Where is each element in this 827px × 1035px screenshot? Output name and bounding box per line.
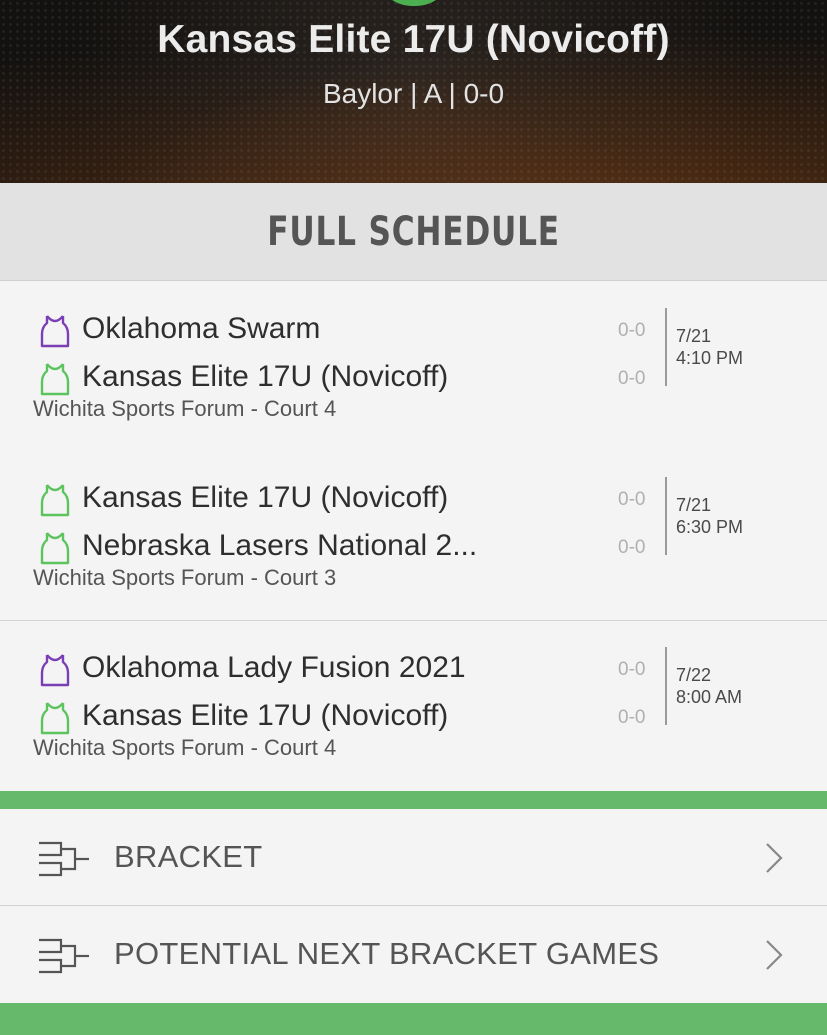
team-name: Kansas Elite 17U (Novicoff) — [82, 699, 449, 732]
team-score: 0-0 — [618, 489, 646, 510]
team-name: Oklahoma Swarm — [82, 312, 321, 345]
game-row[interactable]: Kansas Elite 17U (Novicoff) 0-0 Nebraska… — [0, 451, 827, 621]
team-subtitle: Baylor | A | 0-0 — [322, 78, 505, 109]
game-time: 4:10 PM — [676, 348, 744, 368]
team-logo — [376, 0, 452, 6]
jersey-icon — [40, 654, 70, 687]
game-date: 7/21 — [676, 495, 712, 515]
game-venue: Wichita Sports Forum - Court 4 — [33, 396, 337, 421]
team-name: Oklahoma Lady Fusion 2021 — [82, 651, 466, 684]
jersey-icon — [40, 315, 70, 348]
divider — [665, 647, 667, 725]
bracket-label: BRACKET — [114, 839, 263, 874]
team-score: 0-0 — [618, 368, 646, 389]
team-title: Kansas Elite 17U (Novicoff) — [157, 18, 670, 61]
jersey-icon — [40, 702, 70, 735]
potential-bracket-games-link[interactable]: POTENTIAL NEXT BRACKET GAMES — [0, 906, 827, 1002]
team-name: Kansas Elite 17U (Novicoff) — [82, 360, 449, 393]
accent-bar — [0, 1003, 827, 1035]
game-time: 8:00 AM — [676, 687, 743, 707]
bracket-icon — [39, 938, 89, 974]
game-row[interactable]: Oklahoma Lady Fusion 2021 0-0 Kansas Eli… — [0, 621, 827, 791]
full-schedule-heading: FULL SCHEDULE — [267, 208, 560, 255]
bracket-link[interactable]: BRACKET — [0, 809, 827, 905]
team-header: Kansas Elite 17U (Novicoff) Baylor | A |… — [0, 0, 827, 183]
jersey-icon — [40, 363, 70, 396]
team-score: 0-0 — [618, 707, 646, 728]
game-venue: Wichita Sports Forum - Court 4 — [33, 735, 337, 760]
game-date: 7/21 — [676, 326, 712, 346]
game-venue: Wichita Sports Forum - Court 3 — [33, 565, 337, 590]
bracket-icon — [39, 841, 89, 877]
team-score: 0-0 — [618, 320, 646, 341]
jersey-icon — [40, 484, 70, 517]
team-name: Kansas Elite 17U (Novicoff) — [82, 481, 449, 514]
team-score: 0-0 — [618, 659, 646, 680]
divider — [665, 477, 667, 555]
game-date: 7/22 — [676, 665, 712, 685]
game-time: 6:30 PM — [676, 517, 744, 537]
accent-bar — [0, 791, 827, 809]
chevron-right-icon — [766, 940, 783, 970]
jersey-icon — [40, 532, 70, 565]
potential-bracket-label: POTENTIAL NEXT BRACKET GAMES — [114, 936, 660, 971]
game-row[interactable]: Oklahoma Swarm 0-0 Kansas Elite 17U (Nov… — [0, 282, 827, 452]
team-score: 0-0 — [618, 537, 646, 558]
team-name: Nebraska Lasers National 2... — [82, 529, 478, 562]
chevron-right-icon — [766, 843, 783, 873]
divider — [665, 308, 667, 386]
section-title: FULL SCHEDULE — [0, 183, 827, 281]
